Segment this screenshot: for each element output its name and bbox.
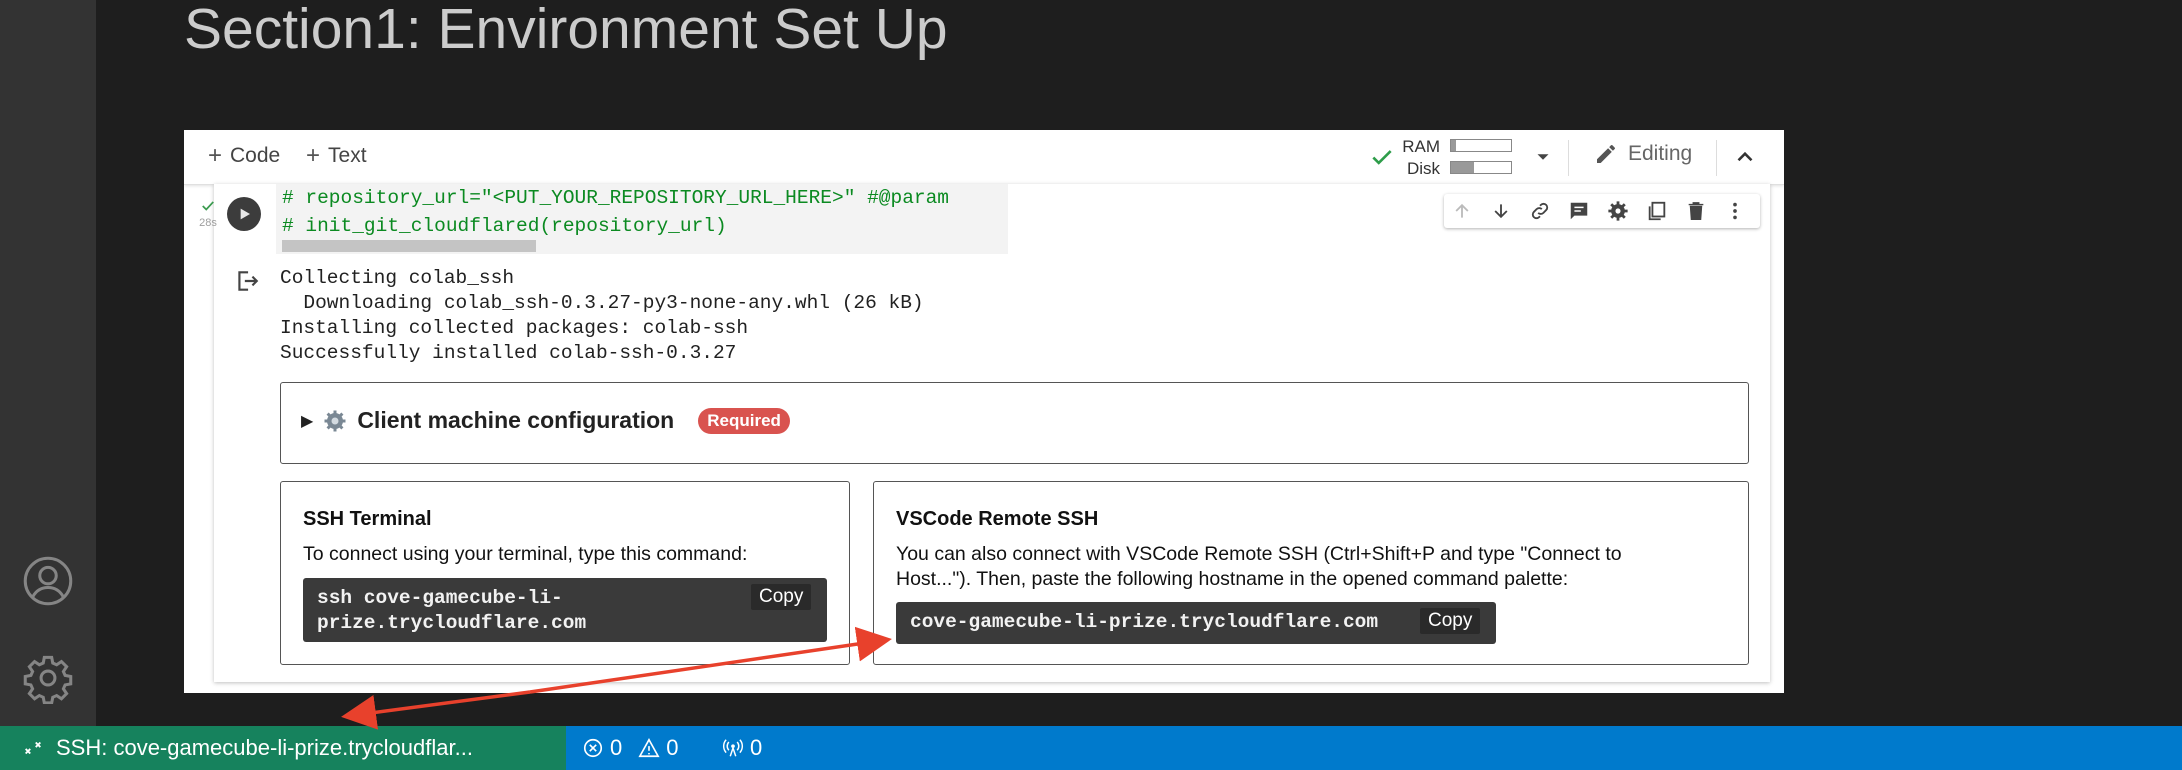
colab-toolbar: + Code + Text RAM Disk Editing [184, 130, 1784, 185]
broadcast-icon [722, 739, 744, 757]
section-title: Section1: Environment Set Up [184, 0, 948, 61]
execution-time: 28s [199, 217, 217, 229]
account-icon[interactable] [20, 553, 76, 609]
remote-label: SSH: cove-gamecube-li-prize.trycloudflar… [56, 735, 473, 760]
ram-label: RAM [1402, 137, 1440, 156]
success-check-icon [202, 201, 214, 211]
horizontal-scrollbar[interactable] [282, 240, 536, 252]
settings-gear-icon[interactable] [20, 650, 76, 706]
ssh-command[interactable]: ssh cove-gamecube-li-prize.trycloudflare… [317, 586, 586, 636]
ssh-command-line: ssh cove-gamecube-li- [317, 587, 563, 609]
settings-icon[interactable] [1606, 199, 1630, 223]
ssh-command-line: prize.trycloudflare.com [317, 612, 587, 634]
remote-indicator[interactable]: SSH: cove-gamecube-li-prize.trycloudflar… [0, 726, 566, 770]
remote-connection-icon [25, 741, 41, 755]
output-line: Downloading colab_ssh-0.3.27-py3-none-an… [280, 292, 924, 314]
output-line: Collecting colab_ssh [280, 267, 515, 289]
add-text-label: Text [328, 144, 367, 167]
delete-icon[interactable] [1684, 199, 1708, 223]
copy-hostname-button[interactable]: Copy [1420, 608, 1481, 634]
vscode-remote-title: VSCode Remote SSH [896, 508, 1099, 530]
ssh-terminal-description: To connect using your terminal, type thi… [303, 543, 748, 565]
ssh-terminal-panel: SSH Terminal To connect using your termi… [280, 481, 850, 665]
ram-meter [1450, 139, 1512, 152]
output-line: Installing collected packages: colab-ssh [280, 317, 749, 339]
warning-count: 0 [666, 735, 679, 760]
description-line: You can also connect with VSCode Remote … [896, 543, 1622, 565]
link-icon[interactable] [1528, 199, 1552, 223]
toolbar-divider [1716, 140, 1717, 176]
ports-indicator[interactable]: 0 [722, 726, 762, 770]
ssh-terminal-title: SSH Terminal [303, 508, 432, 530]
execution-status: 28s [195, 200, 221, 230]
hostname-box: cove-gamecube-li-prize.trycloudflare.com… [896, 602, 1496, 644]
client-config-title: Client machine configuration [357, 407, 675, 433]
required-badge: Required [698, 407, 790, 434]
run-cell-button[interactable] [227, 197, 261, 231]
plus-icon: + [306, 142, 321, 169]
error-count: 0 [610, 735, 623, 760]
client-config-details[interactable]: ▶ Client machine configuration Required [280, 382, 1749, 464]
code-line: # repository_url="<PUT_YOUR_REPOSITORY_U… [282, 187, 950, 209]
description-line: Host..."). Then, paste the following hos… [896, 568, 1569, 590]
ssh-command-box: ssh cove-gamecube-li-prize.trycloudflare… [303, 578, 827, 642]
code-line: # init_git_cloudflared(repository_url) [282, 215, 727, 237]
arrow-up-icon[interactable] [1450, 199, 1474, 223]
vscode-remote-panel: VSCode Remote SSH You can also connect w… [873, 481, 1749, 665]
hostname[interactable]: cove-gamecube-li-prize.trycloudflare.com [910, 610, 1378, 635]
expand-triangle-icon: ▶ [301, 412, 314, 430]
ram-meter-fill [1451, 140, 1456, 151]
mirror-cell-icon[interactable] [1645, 199, 1669, 223]
resource-labels[interactable]: RAM Disk [1402, 136, 1440, 180]
play-icon [240, 208, 250, 220]
add-code-button[interactable]: + Code [208, 142, 280, 170]
client-config-summary[interactable]: ▶ Client machine configuration Required [301, 407, 790, 434]
arrow-down-icon[interactable] [1489, 199, 1513, 223]
code-editor[interactable]: # repository_url="<PUT_YOUR_REPOSITORY_U… [276, 184, 1008, 254]
comment-icon[interactable] [1567, 199, 1591, 223]
resources-dropdown-icon[interactable] [1532, 146, 1554, 173]
status-bar: SSH: cove-gamecube-li-prize.trycloudflar… [0, 726, 2182, 770]
add-code-label: Code [230, 144, 281, 167]
plus-icon: + [208, 142, 223, 169]
warning-icon [638, 738, 660, 758]
annotation-arrow-to-statusbar [341, 690, 531, 730]
chevron-up-icon[interactable] [1732, 144, 1758, 175]
editing-label: Editing [1628, 142, 1693, 165]
clear-output-icon[interactable] [234, 268, 260, 299]
code-cell[interactable]: 28s # repository_url="<PUT_YOUR_REPOSITO… [199, 184, 1770, 682]
vscode-remote-description: You can also connect with VSCode Remote … [896, 542, 1622, 592]
problems-indicator[interactable]: 0 0 [582, 726, 679, 770]
cell-output: Collecting colab_ssh Downloading colab_s… [280, 266, 924, 366]
toolbar-divider [1568, 140, 1569, 176]
copy-ssh-command-button[interactable]: Copy [751, 584, 812, 610]
more-vert-icon[interactable] [1723, 199, 1747, 223]
output-line: Successfully installed colab-ssh-0.3.27 [280, 342, 737, 364]
disk-meter-fill [1451, 162, 1474, 173]
pencil-icon [1597, 145, 1615, 163]
disk-meter [1450, 161, 1512, 174]
add-text-button[interactable]: + Text [306, 142, 367, 170]
connected-check-icon[interactable] [1369, 144, 1395, 175]
activity-bar [0, 0, 96, 726]
cell-toolbar [1444, 194, 1760, 228]
error-icon [583, 738, 603, 758]
colab-notebook-panel: + Code + Text RAM Disk Editing 28s # rep… [184, 130, 1784, 693]
gear-icon [324, 410, 346, 431]
disk-label: Disk [1406, 159, 1440, 178]
editing-mode-button[interactable]: Editing [1594, 142, 1692, 166]
ports-count: 0 [750, 735, 763, 760]
